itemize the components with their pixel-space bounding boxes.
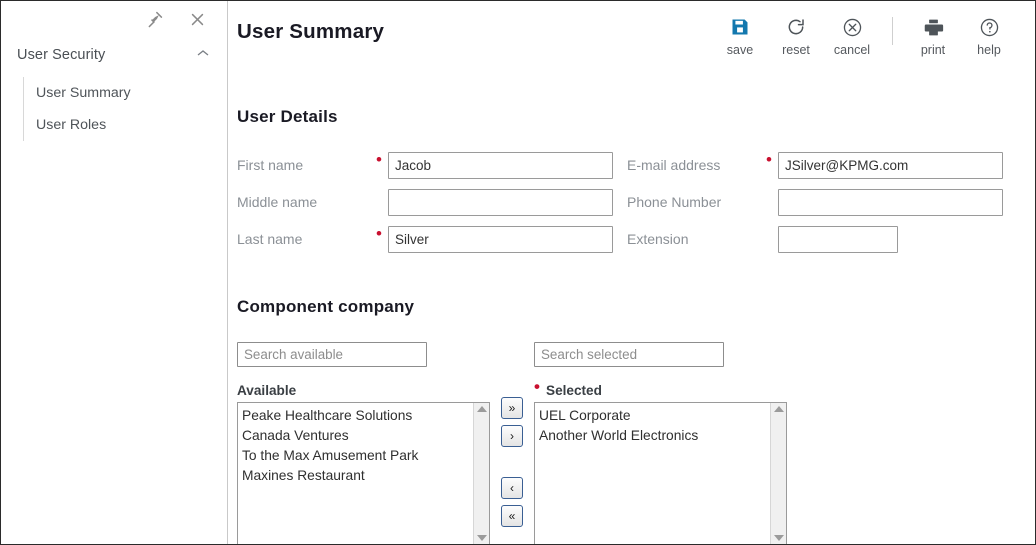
field-label: Phone Number — [627, 194, 722, 210]
sidebar-item-user-roles[interactable]: User Roles — [24, 109, 227, 141]
field-label: Middle name — [237, 194, 318, 210]
selected-label: • Selected — [534, 376, 602, 399]
selected-label-text: Selected — [546, 383, 602, 398]
print-button[interactable]: print — [905, 15, 961, 57]
scroll-up-arrow-icon[interactable] — [476, 406, 487, 412]
extension-input[interactable] — [778, 225, 898, 253]
list-item[interactable]: Maxines Restaurant — [242, 466, 473, 486]
field-last-name: Last name • — [237, 225, 613, 253]
main-content: User Details First name • E-mail address… — [228, 107, 1035, 544]
cancel-button[interactable]: cancel — [824, 15, 880, 57]
list-item[interactable]: Peake Healthcare Solutions — [242, 406, 473, 426]
cancel-circle-icon — [842, 15, 863, 39]
sidebar-item-label: User Roles — [36, 117, 107, 133]
save-floppy-icon — [730, 15, 750, 39]
component-company-title: Component company — [237, 297, 415, 316]
form-row: Last name • Extension • — [237, 221, 1035, 257]
main-header: User Summary save reset cancel print hel… — [228, 1, 1035, 67]
field-first-name: First name • — [237, 151, 613, 179]
field-phone-number: Phone Number • — [627, 188, 1003, 216]
sidebar: User Security User Summary User Roles — [1, 1, 228, 544]
form-row: Middle name • Phone Number • — [237, 184, 1035, 220]
sidebar-subitems: User Summary User Roles — [23, 77, 227, 141]
move-all-left-button[interactable]: « — [501, 505, 523, 527]
user-details-title: User Details — [237, 107, 338, 126]
available-label-text: Available — [237, 383, 297, 398]
sidebar-item-label: User Summary — [36, 85, 131, 101]
field-middle-name: Middle name • — [237, 188, 613, 216]
printer-icon — [923, 15, 944, 39]
sidebar-group-user-security[interactable]: User Security — [1, 41, 227, 69]
selected-column: • Selected UEL Corporate Another World E… — [534, 342, 787, 544]
refresh-icon — [786, 15, 806, 39]
search-available-input[interactable] — [237, 342, 427, 367]
component-company-section: Component company Available Peake Health… — [237, 297, 1035, 544]
question-circle-icon — [979, 15, 1000, 39]
available-listbox[interactable]: Peake Healthcare Solutions Canada Ventur… — [237, 402, 490, 544]
field-label: E-mail address — [627, 157, 721, 173]
selected-listbox[interactable]: UEL Corporate Another World Electronics — [534, 402, 787, 544]
first-name-input[interactable] — [388, 151, 613, 179]
selected-listbox-items: UEL Corporate Another World Electronics — [535, 403, 770, 544]
field-extension: Extension • — [627, 225, 898, 253]
sidebar-item-user-summary[interactable]: User Summary — [24, 77, 227, 109]
help-label: help — [977, 43, 1001, 57]
list-item[interactable]: Canada Ventures — [242, 426, 473, 446]
available-label: Available — [237, 383, 490, 398]
move-left-button[interactable]: ‹ — [501, 477, 523, 499]
close-icon[interactable] — [187, 9, 207, 29]
scroll-up-arrow-icon[interactable] — [773, 406, 784, 412]
sidebar-group-label: User Security — [17, 47, 106, 63]
user-details-section: User Details First name • E-mail address… — [237, 107, 1035, 257]
toolbar-divider — [892, 17, 893, 45]
transfer-buttons: » › ‹ « — [490, 342, 534, 527]
save-label: save — [726, 43, 754, 57]
list-item[interactable]: UEL Corporate — [539, 406, 770, 426]
list-item[interactable]: Another World Electronics — [539, 426, 770, 446]
move-all-right-button[interactable]: » — [501, 397, 523, 419]
user-details-form: First name • E-mail address • — [237, 147, 1035, 257]
move-right-button[interactable]: › — [501, 425, 523, 447]
print-label: print — [920, 43, 946, 57]
main-panel: User Summary save reset cancel print hel… — [228, 1, 1035, 544]
field-email-address: E-mail address • — [627, 151, 1003, 179]
save-button[interactable]: save — [712, 15, 768, 57]
sidebar-tools — [1, 1, 227, 37]
selected-scrollbar[interactable] — [770, 403, 786, 544]
available-listbox-items: Peake Healthcare Solutions Canada Ventur… — [238, 403, 473, 544]
application-window: User Security User Summary User Roles Us… — [0, 0, 1036, 545]
available-scrollbar[interactable] — [473, 403, 489, 544]
field-label: First name — [237, 157, 304, 173]
scroll-down-arrow-icon[interactable] — [773, 535, 784, 541]
dual-list-picker: Available Peake Healthcare Solutions Can… — [237, 342, 1035, 544]
scroll-down-arrow-icon[interactable] — [476, 535, 487, 541]
pin-icon[interactable] — [145, 9, 165, 29]
middle-name-input[interactable] — [388, 188, 613, 216]
cancel-label: cancel — [833, 43, 871, 57]
reset-button[interactable]: reset — [768, 15, 824, 57]
phone-number-input[interactable] — [778, 188, 1003, 216]
help-button[interactable]: help — [961, 15, 1017, 57]
field-label: Extension — [627, 231, 689, 247]
field-label: Last name — [237, 231, 303, 247]
form-row: First name • E-mail address • — [237, 147, 1035, 183]
reset-label: reset — [782, 43, 810, 57]
available-column: Available Peake Healthcare Solutions Can… — [237, 342, 490, 544]
search-selected-input[interactable] — [534, 342, 724, 367]
toolbar: save reset cancel print help — [712, 15, 1017, 57]
last-name-input[interactable] — [388, 225, 613, 253]
list-item[interactable]: To the Max Amusement Park — [242, 446, 473, 466]
chevron-up-icon[interactable] — [197, 49, 209, 60]
page-title: User Summary — [237, 20, 385, 43]
email-address-input[interactable] — [778, 151, 1003, 179]
